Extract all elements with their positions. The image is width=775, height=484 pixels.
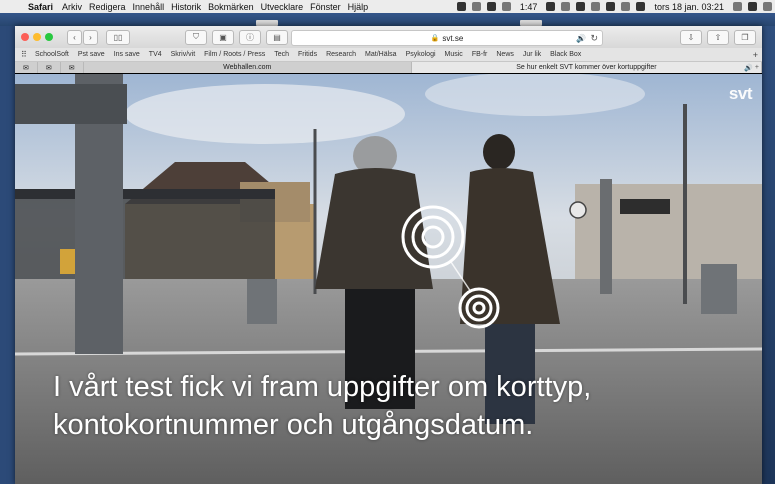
notification-center-icon[interactable] bbox=[763, 2, 772, 11]
menu-item-bokmarken[interactable]: Bokmärken bbox=[208, 2, 254, 12]
sign-board bbox=[15, 84, 127, 124]
bookmark-item[interactable]: TV4 bbox=[149, 51, 162, 58]
lock-icon: 🔒 bbox=[430, 35, 440, 42]
bookmark-item[interactable]: Fritids bbox=[298, 51, 317, 58]
close-button[interactable] bbox=[21, 33, 29, 41]
menu-item-hjalp[interactable]: Hjälp bbox=[348, 2, 369, 12]
desktop-background bbox=[762, 26, 775, 484]
extension-icon[interactable]: ▣ bbox=[212, 29, 234, 45]
menu-item-redigera[interactable]: Redigera bbox=[89, 2, 126, 12]
tab-svt[interactable]: Se hur enkelt SVT kommer över kortuppgif… bbox=[411, 62, 762, 73]
cloud bbox=[425, 74, 645, 116]
bookmark-item[interactable]: Mat/Hälsa bbox=[365, 51, 397, 58]
menu-item-arkiv[interactable]: Arkiv bbox=[62, 2, 82, 12]
grid-icon[interactable]: ⠿ bbox=[21, 50, 29, 59]
bookmarks-bar: ⠿ SchoolSoft Pst save Ins save TV4 Skriv… bbox=[15, 48, 762, 62]
status-icon[interactable] bbox=[501, 2, 511, 11]
status-icon[interactable] bbox=[486, 2, 496, 11]
search-icon[interactable] bbox=[733, 2, 742, 11]
bookmark-item[interactable]: Ins save bbox=[114, 51, 140, 58]
siri-icon[interactable] bbox=[748, 2, 757, 11]
window-controls bbox=[21, 33, 57, 41]
menu-item-fonster[interactable]: Fönster bbox=[310, 2, 341, 12]
minimize-button[interactable] bbox=[33, 33, 41, 41]
pole bbox=[600, 179, 612, 294]
sidebar-icon[interactable]: ▯▯ bbox=[106, 29, 130, 45]
status-area: 1:47 tors 18 jan. 03:21 bbox=[454, 2, 775, 12]
menu-bar: Safari Arkiv Redigera Innehåll Historik … bbox=[0, 0, 775, 13]
status-icon[interactable] bbox=[456, 2, 466, 11]
mail-icon: ✉ bbox=[68, 64, 75, 72]
tab-pinned[interactable]: ✉ bbox=[61, 62, 84, 73]
trash-bin bbox=[247, 279, 277, 324]
url-text[interactable]: svt.se bbox=[442, 34, 463, 43]
tabs-overview-icon[interactable]: ❐ bbox=[734, 30, 756, 45]
share-icon[interactable]: ⇧ bbox=[707, 30, 729, 45]
tab-pinned[interactable]: ✉ bbox=[38, 62, 61, 73]
audio-icon[interactable]: 🔊 bbox=[744, 64, 753, 72]
bookmark-item[interactable]: FB-fr bbox=[472, 51, 488, 58]
bookmark-item[interactable]: Black Box bbox=[550, 51, 581, 58]
safari-window: ‹ › ▯▯ ⛉ ▣ ⓘ ▤ 🔒 svt.se 🔊 ↻ ⇩ ⇧ ❐ ⠿ Scho… bbox=[15, 26, 762, 484]
mail-icon: ✉ bbox=[45, 64, 52, 72]
menu-item-safari[interactable]: Safari bbox=[28, 2, 53, 12]
zoom-button[interactable] bbox=[45, 33, 53, 41]
toolbar-right: ⇩ ⇧ ❐ bbox=[675, 30, 762, 45]
audio-icon[interactable]: 🔊 bbox=[576, 34, 586, 43]
tab-title: Webhallen.com bbox=[223, 64, 272, 71]
clock bbox=[569, 201, 587, 219]
status-icon[interactable] bbox=[561, 2, 571, 11]
bookmark-item[interactable]: Pst save bbox=[78, 51, 105, 58]
menu-item-innehall[interactable]: Innehåll bbox=[133, 2, 165, 12]
close-icon[interactable]: + bbox=[755, 64, 759, 71]
wifi-icon[interactable] bbox=[606, 2, 616, 11]
back-button[interactable]: ‹ bbox=[67, 29, 82, 45]
tab-webhallen[interactable]: Webhallen.com bbox=[84, 62, 412, 73]
subtitle-line-1: I vårt test fick vi fram uppgifter om ko… bbox=[53, 371, 592, 403]
menu-item-utvecklare[interactable]: Utvecklare bbox=[261, 2, 304, 12]
bookmark-item[interactable]: News bbox=[496, 51, 514, 58]
flag-icon[interactable] bbox=[591, 2, 601, 11]
status-icon[interactable] bbox=[471, 2, 481, 11]
mail-icon: ✉ bbox=[23, 64, 29, 72]
platform-canopy bbox=[15, 189, 275, 199]
svt-logo: svt bbox=[728, 84, 753, 103]
bookmark-item[interactable]: Research bbox=[326, 51, 356, 58]
person-right-head bbox=[483, 134, 515, 170]
tab-pinned[interactable]: ✉ bbox=[15, 62, 38, 73]
yellow-sign bbox=[60, 249, 75, 274]
tab-bar: ✉ ✉ ✉ Webhallen.com Se hur enkelt SVT ko… bbox=[15, 62, 762, 73]
bookmark-item[interactable]: Tech bbox=[274, 51, 289, 58]
info-icon[interactable]: ⓘ bbox=[239, 29, 261, 45]
menubar-clock[interactable]: tors 18 jan. 03:21 bbox=[654, 2, 724, 12]
menu-item-historik[interactable]: Historik bbox=[171, 2, 201, 12]
reload-icon[interactable]: ↻ bbox=[590, 33, 598, 44]
video-subtitle: I vårt test fick vi fram uppgifter om ko… bbox=[53, 368, 591, 444]
cloud bbox=[125, 84, 405, 144]
volume-icon[interactable] bbox=[621, 2, 631, 11]
address-bar[interactable]: 🔒 svt.se 🔊 ↻ bbox=[291, 30, 603, 46]
trash-bin bbox=[701, 264, 737, 314]
bookmark-item[interactable]: Psykologi bbox=[406, 51, 436, 58]
download-icon[interactable]: ⇩ bbox=[680, 30, 702, 45]
bookmark-item[interactable]: Film / Roots / Press bbox=[204, 51, 265, 58]
forward-button[interactable]: › bbox=[83, 29, 98, 45]
browser-toolbar: ‹ › ▯▯ ⛉ ▣ ⓘ ▤ 🔒 svt.se 🔊 ↻ ⇩ ⇧ ❐ bbox=[15, 26, 762, 48]
subtitle-line-2: kontokortnummer och utgångsdatum. bbox=[53, 409, 534, 441]
bookmark-icon[interactable]: ▤ bbox=[266, 29, 288, 45]
video-player[interactable]: svt I vårt test fick vi fram uppgifter o… bbox=[15, 74, 762, 484]
bookmark-item[interactable]: Music bbox=[445, 51, 463, 58]
bookmark-item[interactable]: SchoolSoft bbox=[35, 51, 69, 58]
bookmark-item[interactable]: Jur lik bbox=[523, 51, 541, 58]
tab-title: Se hur enkelt SVT kommer över kortuppgif… bbox=[516, 64, 657, 71]
new-tab-plus-icon[interactable]: + bbox=[753, 50, 758, 60]
bookmark-item[interactable]: Skriv/vit bbox=[171, 51, 196, 58]
status-icon[interactable] bbox=[546, 2, 556, 11]
desktop-background bbox=[0, 13, 775, 26]
battery-icon[interactable] bbox=[636, 2, 646, 11]
status-icon[interactable] bbox=[576, 2, 586, 11]
shield-icon[interactable]: ⛉ bbox=[185, 29, 207, 45]
battery-time: 1:47 bbox=[519, 1, 538, 12]
departure-board bbox=[620, 199, 670, 214]
